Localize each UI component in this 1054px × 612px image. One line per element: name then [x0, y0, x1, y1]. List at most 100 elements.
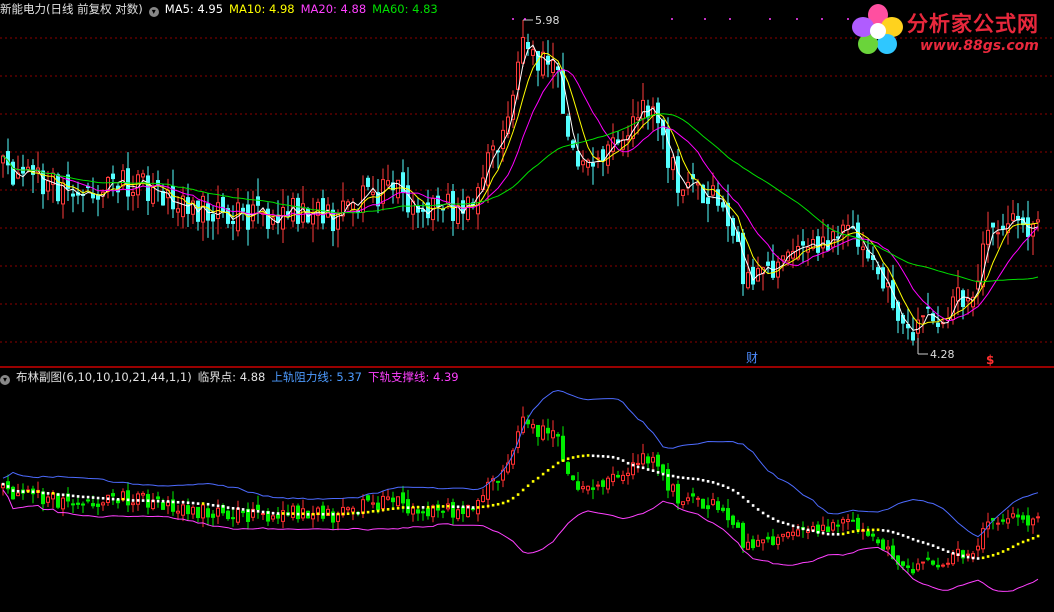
sub-candle-body-135	[676, 483, 680, 504]
sub-candle-body-91	[456, 509, 460, 520]
ma20-label: MA20: 4.88	[300, 2, 367, 16]
sub-chart[interactable]	[0, 368, 1054, 609]
candle-body-113	[566, 115, 570, 137]
candle-body-197	[986, 229, 990, 245]
sub-candle-body-64	[321, 505, 325, 519]
top-dot-2	[671, 18, 673, 20]
middle-band-dot-183	[916, 539, 920, 543]
candle-body-206	[1031, 223, 1035, 237]
candle-body-120	[601, 149, 605, 161]
middle-band-dot-33	[166, 500, 170, 503]
candle-body-35	[176, 208, 180, 213]
high-price-label: 5.98	[535, 14, 560, 27]
sub-candle-body-124	[621, 474, 625, 481]
sub-candle-body-81	[406, 499, 410, 514]
middle-band-dot-31	[156, 499, 160, 503]
candle-body-63	[316, 201, 320, 216]
middle-band-dot-75	[376, 509, 380, 513]
sub-candle-body-122	[611, 473, 615, 483]
middle-band-dot-29	[146, 499, 150, 503]
sub-candle-body-106	[531, 423, 535, 429]
middle-band-dot-78	[391, 507, 395, 510]
s-marker: $	[986, 353, 994, 367]
sub-candle-body-145	[726, 508, 730, 521]
sub-candle-body-184	[921, 561, 925, 564]
middle-band-dot-130	[651, 469, 655, 472]
candle-body-22	[111, 173, 115, 180]
middle-band-dot-77	[386, 508, 390, 511]
sub-candle-body-88	[441, 510, 445, 513]
middle-band-dot-18	[91, 496, 95, 499]
sub-candle-body-113	[566, 462, 570, 474]
low-price-label: 4.28	[930, 348, 955, 361]
sub-candle-body-108	[541, 425, 545, 440]
cai-marker: 财	[746, 351, 758, 365]
middle-band-dot-145	[726, 486, 730, 490]
middle-band-dot-88	[441, 505, 445, 508]
middle-band-dot-3	[16, 489, 20, 493]
settings-icon[interactable]: ▾	[148, 7, 159, 17]
candle-body-30	[151, 186, 155, 204]
ma60-label: MA60: 4.83	[372, 2, 438, 16]
sub-candle-body-166	[831, 522, 835, 531]
middle-band-dot-37	[186, 501, 190, 505]
middle-band-dot-169	[846, 531, 850, 534]
candle-body-5	[26, 166, 30, 170]
middle-band-dot-182	[911, 537, 915, 541]
candle-body-74	[371, 191, 375, 196]
critical-point-label: 临界点: 4.88	[197, 370, 266, 384]
candle-body-53	[266, 208, 270, 229]
candle-body-56	[281, 206, 285, 230]
sub-candle-body-116	[581, 486, 585, 490]
middle-band-dot-9	[46, 492, 50, 495]
middle-band-dot-46	[231, 506, 235, 510]
sub-candle-body-185	[926, 557, 930, 560]
sub-candle-body-114	[571, 475, 575, 480]
settings-icon-sub[interactable]: ▾	[0, 375, 10, 385]
candle-body-24	[121, 170, 125, 187]
sub-candle-body-17	[86, 499, 90, 502]
sub-candle-body-52	[261, 512, 265, 515]
sub-candle-body-146	[731, 515, 735, 525]
sub-candle-body-204	[1021, 515, 1025, 520]
middle-band-dot-70	[351, 511, 355, 515]
middle-band-dot-94	[471, 506, 475, 509]
middle-band-dot-156	[781, 521, 785, 524]
middle-band-dot-153	[766, 514, 770, 518]
middle-band-dot-132	[661, 472, 665, 476]
candle-body-60	[301, 203, 305, 223]
middle-band-dot-7	[36, 490, 40, 493]
sub-candle-body-200	[1001, 519, 1005, 522]
sub-candle-body-176	[881, 539, 885, 550]
middle-band-dot-203	[1016, 542, 1020, 546]
candle-body-141	[706, 197, 710, 204]
sub-candle-body-201	[1006, 518, 1010, 524]
middle-band-dot-188	[941, 548, 945, 551]
candle-body-14	[71, 193, 75, 197]
sub-candle-body-186	[931, 560, 935, 565]
middle-band-dot-36	[181, 500, 185, 504]
middle-band-dot-146	[731, 488, 735, 492]
middle-band-dot-65	[326, 512, 330, 516]
middle-band-dot-64	[321, 512, 325, 516]
middle-band-dot-128	[641, 466, 645, 470]
middle-band-dot-89	[446, 504, 450, 508]
middle-band-dot-25	[126, 498, 130, 502]
middle-band-dot-189	[946, 550, 950, 553]
candle-body-191	[956, 287, 960, 302]
candle-body-50	[251, 204, 255, 222]
sub-candle-body-43	[216, 507, 220, 517]
middle-band-dot-90	[451, 505, 455, 509]
sub-candle-body-99	[496, 480, 500, 483]
ma5-label: MA5: 4.95	[164, 2, 224, 16]
middle-band-dot-175	[876, 528, 880, 532]
middle-band-dot-100	[501, 501, 505, 505]
middle-band-dot-105	[526, 484, 530, 488]
logo-title: 分析家公式网	[907, 12, 1039, 36]
middle-band-dot-82	[411, 505, 415, 509]
candle-body-175	[876, 267, 880, 275]
top-dot-5	[769, 18, 771, 20]
candle-body-79	[396, 179, 400, 199]
sub-candle-body-165	[826, 526, 830, 533]
middle-band-dot-170	[851, 530, 855, 533]
